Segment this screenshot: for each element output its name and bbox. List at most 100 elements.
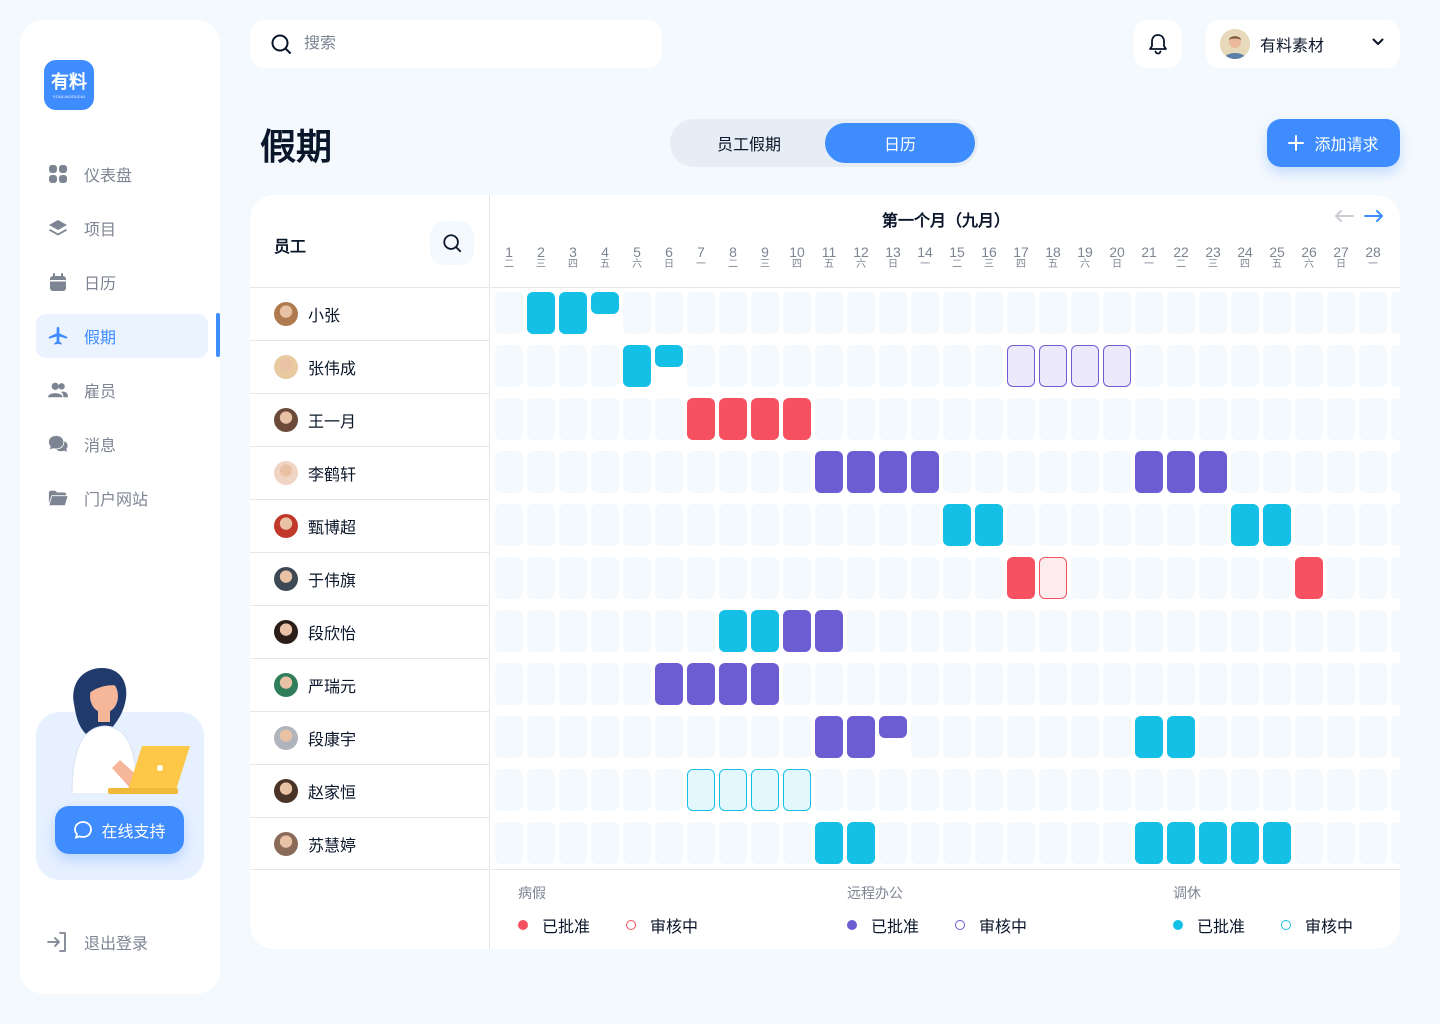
day-cell[interactable] xyxy=(1295,398,1323,440)
sidebar-item-dashboard[interactable]: 仪表盘 xyxy=(36,152,208,196)
day-cell[interactable] xyxy=(1359,557,1387,599)
leave-cell-remote[interactable] xyxy=(655,663,683,705)
leave-cell-off-p[interactable] xyxy=(719,769,747,811)
day-cell[interactable] xyxy=(655,451,683,493)
day-cell[interactable] xyxy=(527,504,555,546)
leave-cell-sick[interactable] xyxy=(1007,557,1035,599)
day-cell[interactable] xyxy=(943,451,971,493)
day-cell[interactable] xyxy=(527,822,555,864)
day-cell[interactable] xyxy=(1359,451,1387,493)
tab-employee-vacations[interactable]: 员工假期 xyxy=(674,123,824,163)
day-cell[interactable] xyxy=(911,292,939,334)
day-cell[interactable] xyxy=(687,451,715,493)
day-cell[interactable] xyxy=(719,504,747,546)
employee-row[interactable]: 小张 xyxy=(250,287,490,340)
day-cell[interactable] xyxy=(495,716,523,758)
day-cell[interactable] xyxy=(1199,292,1227,334)
leave-cell-remote-p[interactable] xyxy=(1071,345,1099,387)
day-cell[interactable] xyxy=(1103,451,1131,493)
day-cell[interactable] xyxy=(559,663,587,705)
day-cell[interactable] xyxy=(751,345,779,387)
leave-cell-off[interactable] xyxy=(751,610,779,652)
employee-row[interactable]: 段康宇 xyxy=(250,711,490,764)
leave-cell-sick[interactable] xyxy=(719,398,747,440)
day-cell[interactable] xyxy=(815,663,843,705)
day-cell[interactable] xyxy=(943,663,971,705)
day-cell[interactable] xyxy=(975,716,1003,758)
day-cell[interactable] xyxy=(623,822,651,864)
day-cell[interactable] xyxy=(1263,663,1291,705)
day-cell[interactable] xyxy=(1039,504,1067,546)
day-cell[interactable] xyxy=(1391,663,1400,705)
day-cell[interactable] xyxy=(495,292,523,334)
day-cell[interactable] xyxy=(559,345,587,387)
day-cell[interactable] xyxy=(1295,610,1323,652)
day-cell[interactable] xyxy=(1199,663,1227,705)
day-cell[interactable] xyxy=(655,292,683,334)
day-cell[interactable] xyxy=(591,610,619,652)
leave-cell-remote[interactable] xyxy=(719,663,747,705)
day-cell[interactable] xyxy=(911,716,939,758)
day-cell[interactable] xyxy=(879,504,907,546)
day-cell[interactable] xyxy=(527,716,555,758)
day-cell[interactable] xyxy=(527,610,555,652)
day-cell[interactable] xyxy=(975,451,1003,493)
day-cell[interactable] xyxy=(975,769,1003,811)
day-cell[interactable] xyxy=(1199,769,1227,811)
day-cell[interactable] xyxy=(1071,663,1099,705)
day-cell[interactable] xyxy=(1263,345,1291,387)
employee-search-button[interactable] xyxy=(430,221,474,265)
day-cell[interactable] xyxy=(1199,610,1227,652)
day-cell[interactable] xyxy=(975,610,1003,652)
day-cell[interactable] xyxy=(687,504,715,546)
day-cell[interactable] xyxy=(687,716,715,758)
day-cell[interactable] xyxy=(1071,610,1099,652)
day-cell[interactable] xyxy=(719,292,747,334)
day-cell[interactable] xyxy=(495,451,523,493)
day-cell[interactable] xyxy=(1327,398,1355,440)
day-cell[interactable] xyxy=(1167,663,1195,705)
day-cell[interactable] xyxy=(655,822,683,864)
day-cell[interactable] xyxy=(527,398,555,440)
day-cell[interactable] xyxy=(1071,292,1099,334)
leave-cell-sick[interactable] xyxy=(1295,557,1323,599)
leave-cell-off[interactable] xyxy=(559,292,587,334)
leave-cell-off[interactable] xyxy=(1135,822,1163,864)
day-cell[interactable] xyxy=(847,663,875,705)
day-cell[interactable] xyxy=(623,716,651,758)
day-cell[interactable] xyxy=(559,398,587,440)
day-cell[interactable] xyxy=(559,769,587,811)
sidebar-item-vacations[interactable]: 假期 xyxy=(36,314,208,358)
day-cell[interactable] xyxy=(751,504,779,546)
day-cell[interactable] xyxy=(1263,610,1291,652)
day-cell[interactable] xyxy=(623,504,651,546)
leave-cell-off[interactable] xyxy=(1263,822,1291,864)
day-cell[interactable] xyxy=(1327,610,1355,652)
day-cell[interactable] xyxy=(1039,663,1067,705)
day-cell[interactable] xyxy=(655,769,683,811)
employee-row[interactable]: 于伟旗 xyxy=(250,552,490,605)
day-cell[interactable] xyxy=(1327,557,1355,599)
day-cell[interactable] xyxy=(1103,557,1131,599)
day-cell[interactable] xyxy=(1039,822,1067,864)
leave-cell-off[interactable] xyxy=(1135,716,1163,758)
day-cell[interactable] xyxy=(1135,610,1163,652)
day-cell[interactable] xyxy=(1359,716,1387,758)
day-cell[interactable] xyxy=(1231,451,1259,493)
day-cell[interactable] xyxy=(1231,292,1259,334)
day-cell[interactable] xyxy=(879,292,907,334)
day-cell[interactable] xyxy=(655,398,683,440)
day-cell[interactable] xyxy=(975,345,1003,387)
online-support-button[interactable]: 在线支持 xyxy=(55,806,184,854)
day-cell[interactable] xyxy=(1391,716,1400,758)
day-cell[interactable] xyxy=(719,716,747,758)
day-cell[interactable] xyxy=(1135,345,1163,387)
day-cell[interactable] xyxy=(1071,769,1099,811)
day-cell[interactable] xyxy=(943,610,971,652)
day-cell[interactable] xyxy=(495,557,523,599)
day-cell[interactable] xyxy=(591,716,619,758)
day-cell[interactable] xyxy=(1167,292,1195,334)
day-cell[interactable] xyxy=(559,504,587,546)
day-cell[interactable] xyxy=(1167,769,1195,811)
day-cell[interactable] xyxy=(1327,716,1355,758)
